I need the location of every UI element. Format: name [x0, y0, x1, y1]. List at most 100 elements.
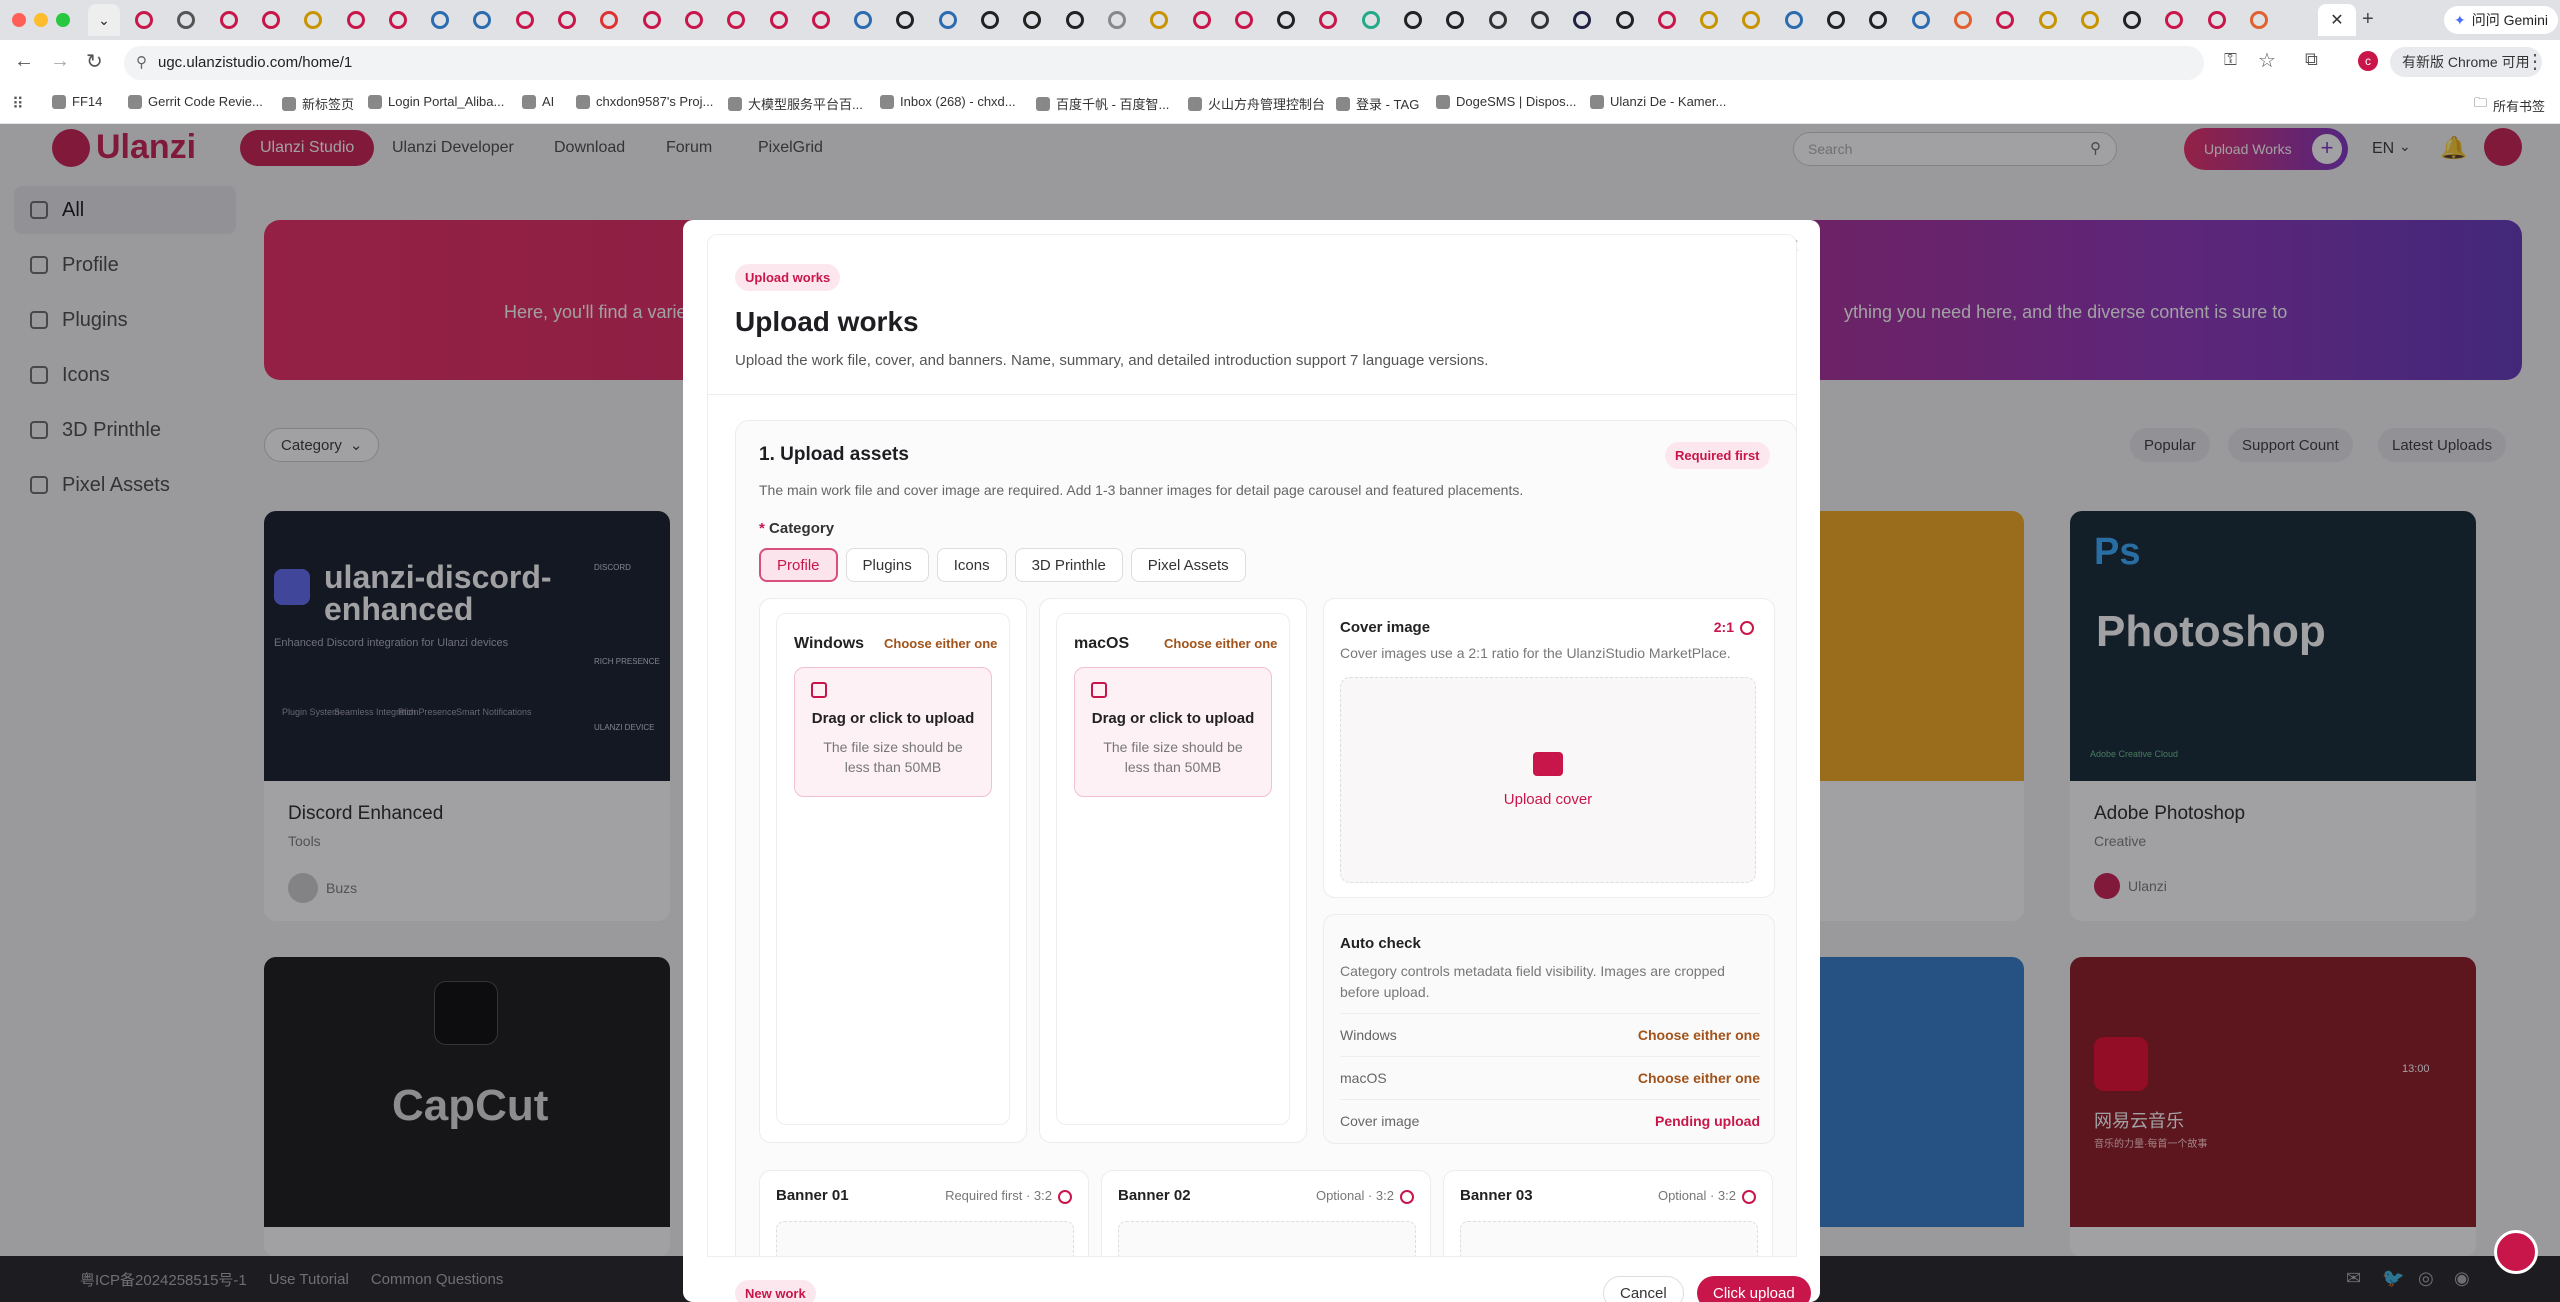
browser-tab[interactable] — [589, 4, 629, 36]
browser-tab[interactable] — [2070, 4, 2110, 36]
info-icon[interactable] — [1740, 621, 1754, 636]
browser-tab[interactable] — [2197, 4, 2237, 36]
back-icon[interactable]: ← — [14, 50, 34, 73]
close-icon[interactable]: ✕ — [2330, 10, 2343, 30]
info-icon[interactable] — [1742, 1189, 1756, 1204]
browser-tab[interactable] — [1055, 4, 1095, 36]
forward-icon[interactable]: → — [50, 50, 70, 73]
all-bookmarks[interactable]: 🗀 所有书签 — [2474, 94, 2545, 116]
browser-tab[interactable] — [1012, 4, 1052, 36]
bookmark-star-icon[interactable]: ☆ — [2258, 48, 2276, 73]
browser-tab[interactable] — [1943, 4, 1983, 36]
category-tab-profile[interactable]: Profile — [759, 548, 838, 582]
browser-tab[interactable] — [124, 4, 164, 36]
browser-tab[interactable] — [293, 4, 333, 36]
password-key-icon[interactable]: ⚿ — [2224, 50, 2237, 70]
extensions-icon[interactable]: ⧉ — [2305, 49, 2318, 70]
cover-dropzone[interactable]: Upload cover — [1340, 677, 1756, 883]
browser-tab[interactable] — [1520, 4, 1560, 36]
browser-tab[interactable] — [1605, 4, 1645, 36]
browser-tab[interactable] — [1562, 4, 1602, 36]
browser-tab[interactable] — [928, 4, 968, 36]
url-text[interactable]: ugc.ulanzistudio.com/home/1 — [158, 54, 352, 71]
browser-tab[interactable] — [1435, 4, 1475, 36]
browser-tab[interactable] — [1774, 4, 1814, 36]
browser-tab[interactable] — [1224, 4, 1264, 36]
click-upload-button[interactable]: Click upload — [1697, 1276, 1811, 1302]
address-bar[interactable]: ⚲ ugc.ulanzistudio.com/home/1 — [124, 46, 2204, 80]
browser-tab[interactable] — [716, 4, 756, 36]
bookmark-item[interactable]: Login Portal_Aliba... — [368, 94, 504, 109]
browser-tab[interactable] — [759, 4, 799, 36]
browser-tab[interactable] — [420, 4, 460, 36]
minimize-window-button[interactable] — [34, 13, 48, 27]
bookmark-item[interactable]: 大模型服务平台百... — [728, 94, 863, 113]
profile-avatar[interactable]: c — [2358, 51, 2378, 71]
new-tab-button[interactable]: + — [2362, 8, 2374, 31]
category-tab-icons[interactable]: Icons — [936, 548, 1007, 582]
browser-tab[interactable] — [251, 4, 291, 36]
browser-tab[interactable] — [1308, 4, 1348, 36]
browser-tab[interactable] — [505, 4, 545, 36]
browser-tab[interactable] — [378, 4, 418, 36]
category-tab-pixel-assets[interactable]: Pixel Assets — [1130, 548, 1246, 582]
gemini-button[interactable]: ✦ 问问 Gemini — [2444, 6, 2558, 34]
browser-tab[interactable] — [1351, 4, 1391, 36]
category-tab-plugins[interactable]: Plugins — [845, 548, 929, 582]
browser-tab[interactable] — [2154, 4, 2194, 36]
close-window-button[interactable] — [12, 13, 26, 27]
bookmark-item[interactable]: Gerrit Code Revie... — [128, 94, 263, 109]
bookmark-item[interactable]: 登录 - TAG — [1336, 94, 1419, 113]
browser-tab[interactable] — [209, 4, 249, 36]
browser-tab[interactable] — [885, 4, 925, 36]
browser-tab[interactable] — [336, 4, 376, 36]
browser-tab[interactable] — [1689, 4, 1729, 36]
browser-tab[interactable] — [462, 4, 502, 36]
browser-tab[interactable] — [970, 4, 1010, 36]
browser-tab[interactable] — [632, 4, 672, 36]
browser-tab[interactable] — [2028, 4, 2068, 36]
browser-tab[interactable] — [1647, 4, 1687, 36]
bookmark-item[interactable]: FF14 — [52, 94, 102, 109]
apps-grid-icon[interactable]: ⠿ — [12, 94, 24, 114]
active-tab[interactable]: ✕ — [2318, 4, 2356, 36]
browser-tab[interactable] — [1182, 4, 1222, 36]
floating-help-button[interactable] — [2494, 1230, 2538, 1274]
browser-tab[interactable] — [1901, 4, 1941, 36]
browser-tab[interactable] — [166, 4, 206, 36]
bookmark-item[interactable]: 新标签页 — [282, 94, 354, 113]
macos-dropzone[interactable]: Drag or click to upload The file size sh… — [1074, 667, 1272, 797]
browser-tab[interactable] — [1097, 4, 1137, 36]
browser-tab[interactable] — [801, 4, 841, 36]
browser-tab[interactable] — [1731, 4, 1771, 36]
bookmark-item[interactable]: 火山方舟管理控制台 — [1188, 94, 1325, 113]
bookmark-item[interactable]: chxdon9587's Proj... — [576, 94, 713, 109]
tab-search-button[interactable]: ⌄ — [88, 4, 120, 36]
browser-tab[interactable] — [1858, 4, 1898, 36]
reload-icon[interactable]: ↻ — [86, 49, 103, 74]
bookmark-item[interactable]: Inbox (268) - chxd... — [880, 94, 1016, 109]
browser-tab[interactable] — [1478, 4, 1518, 36]
category-tab-3d-printhle[interactable]: 3D Printhle — [1014, 548, 1123, 582]
browser-tab[interactable] — [2239, 4, 2279, 36]
browser-tab[interactable] — [1985, 4, 2025, 36]
browser-tab[interactable] — [1266, 4, 1306, 36]
maximize-window-button[interactable] — [56, 13, 70, 27]
bookmark-item[interactable]: 百度千帆 - 百度智... — [1036, 94, 1169, 113]
chrome-update-button[interactable]: 有新版 Chrome 可用 — [2390, 47, 2542, 77]
browser-tab[interactable] — [1393, 4, 1433, 36]
info-icon[interactable] — [1400, 1189, 1414, 1204]
browser-tab[interactable] — [547, 4, 587, 36]
browser-tab[interactable] — [674, 4, 714, 36]
info-icon[interactable] — [1058, 1189, 1072, 1204]
bookmark-item[interactable]: Ulanzi De - Kamer... — [1590, 94, 1726, 109]
bookmark-item[interactable]: DogeSMS | Dispos... — [1436, 94, 1576, 109]
browser-tab[interactable] — [1816, 4, 1856, 36]
browser-tab[interactable] — [1139, 4, 1179, 36]
cancel-button[interactable]: Cancel — [1603, 1276, 1684, 1302]
bookmark-item[interactable]: AI — [522, 94, 554, 109]
windows-dropzone[interactable]: Drag or click to upload The file size sh… — [794, 667, 992, 797]
more-menu-icon[interactable]: ⋮ — [2525, 49, 2545, 74]
site-info-icon[interactable]: ⚲ — [136, 53, 147, 71]
browser-tab[interactable] — [2112, 4, 2152, 36]
